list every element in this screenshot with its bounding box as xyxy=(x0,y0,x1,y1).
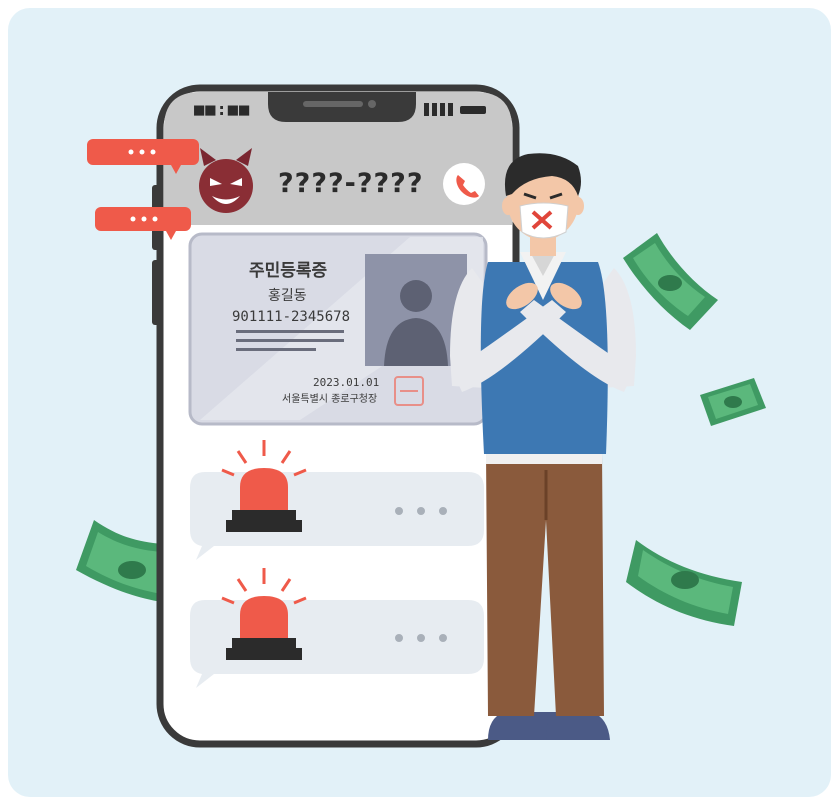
no-entry-mask-icon xyxy=(519,202,569,239)
caller-number: ????-???? xyxy=(278,168,424,199)
id-card-issue-date: 2023.01.01 xyxy=(313,376,380,389)
money-bill-icon xyxy=(626,540,742,626)
money-bill-icon xyxy=(76,520,162,602)
phone-status-time: ■■:■■ xyxy=(194,100,251,120)
id-card-issuer: 서울특별시 종로구청장 xyxy=(282,394,378,405)
id-card-title: 주민등록증 xyxy=(249,261,328,281)
money-bill-icon xyxy=(700,378,766,426)
phone-call-icon xyxy=(443,163,485,205)
illustration-scene xyxy=(76,84,766,748)
id-card-name: 홍길동 xyxy=(268,288,307,304)
id-card-resident-number: 901111-2345678 xyxy=(232,309,351,325)
money-bill-icon xyxy=(623,233,718,330)
